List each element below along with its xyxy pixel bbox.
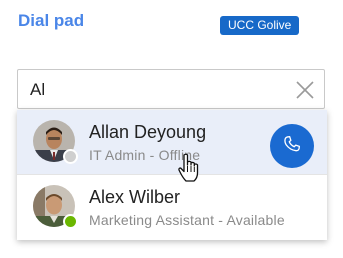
close-icon[interactable] — [294, 79, 316, 101]
call-button[interactable] — [270, 124, 314, 168]
presence-status-offline — [63, 149, 78, 164]
avatar — [33, 185, 78, 229]
avatar — [33, 120, 78, 164]
search-box — [17, 69, 325, 109]
list-item-alex-wilber[interactable]: Alex Wilber Marketing Assistant - Availa… — [17, 174, 327, 239]
presence-status-available — [63, 214, 78, 229]
contact-name: Alex Wilber — [89, 187, 181, 207]
contact-subtitle: IT Admin - Offline — [89, 147, 201, 163]
page-title: Dial pad — [18, 11, 85, 30]
contact-name: Allan Deyoung — [89, 122, 207, 142]
contact-subtitle: Marketing Assistant - Available — [89, 212, 285, 228]
search-results-list: Allan Deyoung IT Admin - Offline Alex Wi… — [17, 110, 327, 240]
phone-icon — [282, 134, 302, 159]
environment-badge: UCC Golive — [220, 16, 300, 35]
list-item-allan-deyoung[interactable]: Allan Deyoung IT Admin - Offline — [17, 110, 327, 174]
search-input[interactable] — [30, 79, 270, 101]
